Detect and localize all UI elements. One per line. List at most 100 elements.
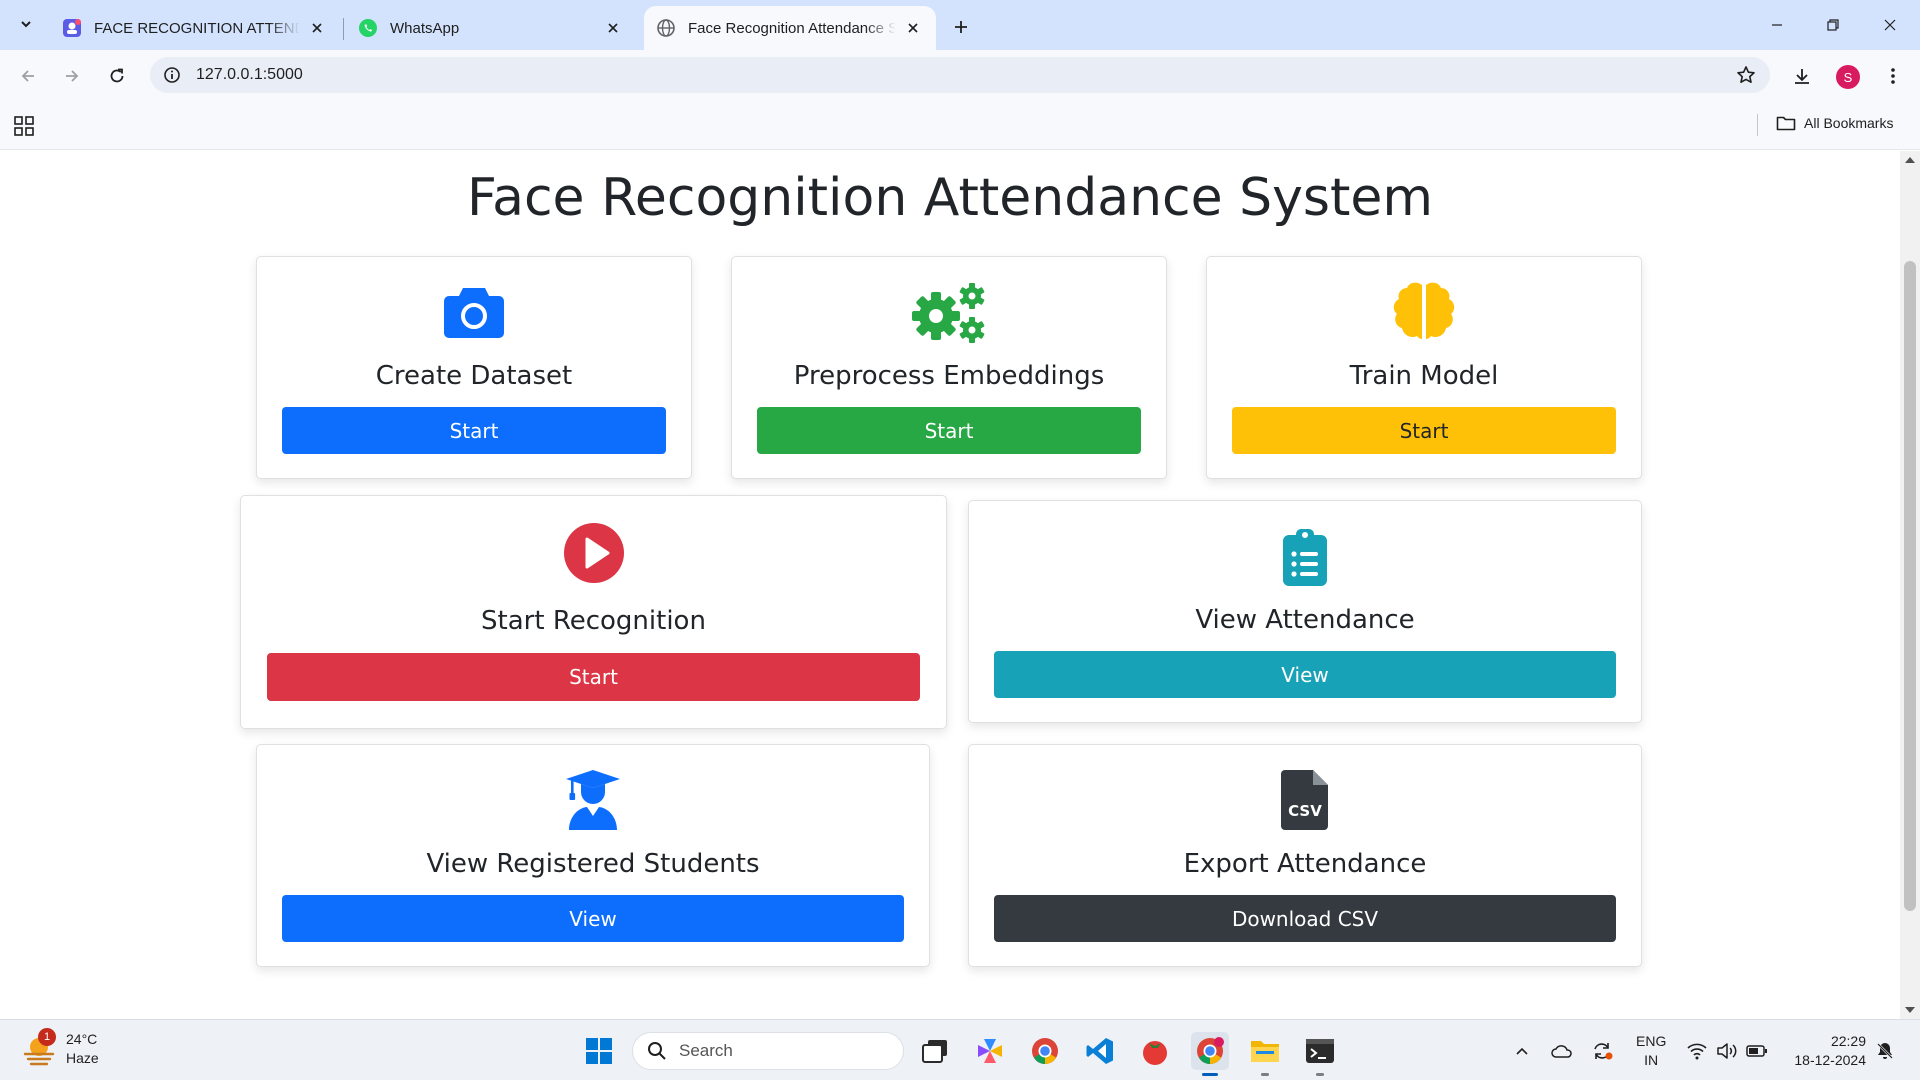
scroll-down-arrow[interactable] [1905,1007,1915,1013]
taskbar: 1 24°C Haze Search ENG IN 22:29 18-12-20… [0,1019,1920,1080]
forward-button[interactable] [57,61,87,91]
volume-tray[interactable] [1714,1038,1740,1064]
tab-title: WhatsApp [390,19,460,37]
open-app-indicator [1316,1073,1324,1076]
clock-time: 22:29 [1830,1033,1866,1049]
chevron-up-icon [1516,1047,1528,1055]
all-bookmarks-label: All Bookmarks [1804,115,1894,131]
minimize-icon [1772,24,1782,26]
search-icon [648,1042,666,1060]
copilot-app[interactable] [971,1032,1009,1070]
restore-button[interactable] [1818,10,1848,40]
vscode-app[interactable] [1081,1032,1119,1070]
view-registered-students-button[interactable]: View [282,895,904,942]
page-scrollbar[interactable] [1900,151,1920,1019]
weather-temp: 24°C [66,1031,98,1047]
download-csv-button[interactable]: Download CSV [994,895,1616,942]
start-button[interactable] [580,1032,618,1070]
taskbar-search-box[interactable]: Search [632,1032,904,1070]
card-preprocess-embeddings: Preprocess Embeddings Start [731,256,1167,479]
bookmarks-separator [1757,114,1758,136]
tab-search-button[interactable] [13,11,39,37]
gears-icon [912,283,985,343]
file-explorer-app[interactable] [1246,1032,1284,1076]
notifications-button[interactable] [1872,1038,1898,1064]
page-title: Face Recognition Attendance System [466,168,1434,228]
scrollbar-thumb[interactable] [1904,261,1916,911]
apps-grid-icon[interactable] [12,114,36,138]
clock-date: 18-12-2024 [1794,1052,1866,1068]
svg-text:CSV: CSV [1288,802,1322,820]
arrow-right-icon [66,70,79,82]
bookmark-star-icon[interactable] [1734,63,1758,87]
card-title: Preprocess Embeddings [793,361,1105,391]
sync-tray[interactable] [1589,1038,1615,1064]
play-circle-icon [563,523,624,583]
bookmarks-bar: All Bookmarks [0,100,1920,150]
minimize-button[interactable] [1762,10,1792,40]
download-icon [1795,69,1809,84]
weather-condition: Haze [66,1050,99,1066]
task-view-button[interactable] [916,1032,954,1070]
tab-face-recognition-app[interactable]: FACE RECOGNITION ATTENDANCE [50,6,340,50]
downloads-button[interactable] [1787,61,1817,91]
tab-title: Face Recognition Attendance System [688,19,896,37]
card-create-dataset: Create Dataset Start [256,256,692,479]
sync-icon [1594,1043,1613,1060]
train-model-start-button[interactable]: Start [1232,407,1616,454]
close-icon[interactable] [902,17,924,39]
scroll-up-arrow[interactable] [1905,157,1915,163]
browser-toolbar: 127.0.0.1:5000 S [0,50,1920,100]
folder-icon [1251,1041,1279,1062]
notification-badge: 1 [38,1028,56,1046]
preprocess-embeddings-start-button[interactable]: Start [757,407,1141,454]
all-bookmarks-button[interactable]: All Bookmarks [1776,114,1893,132]
terminal-icon [1306,1039,1334,1063]
chrome-app[interactable] [1026,1032,1064,1070]
close-icon[interactable] [602,17,624,39]
close-icon [1884,19,1896,31]
view-attendance-button[interactable]: View [994,651,1616,698]
card-view-registered-students: View Registered Students View [256,744,930,967]
chevron-down-icon [21,21,31,28]
battery-tray[interactable] [1744,1038,1770,1064]
system-clock[interactable]: 22:29 18-12-2024 [1782,1032,1866,1070]
tab-face-recognition-system[interactable]: Face Recognition Attendance System [644,6,936,50]
tomato-icon [1143,1041,1167,1065]
reload-button[interactable] [102,61,132,91]
tab-whatsapp[interactable]: WhatsApp [346,6,636,50]
card-train-model: Train Model Start [1206,256,1642,479]
card-title: Start Recognition [481,606,706,636]
globe-icon [657,19,675,37]
onedrive-tray[interactable] [1549,1038,1575,1064]
copilot-icon [978,1039,1002,1063]
menu-button[interactable] [1878,61,1908,91]
card-title: View Registered Students [426,849,760,879]
new-tab-button[interactable] [948,14,974,40]
chrome-profile-app[interactable] [1191,1032,1229,1076]
start-recognition-button[interactable]: Start [267,653,920,701]
tab-title: FACE RECOGNITION ATTENDANCE [94,19,300,37]
graduate-icon [566,770,620,830]
site-info-icon[interactable] [160,63,184,87]
app-icon [63,19,81,37]
close-window-button[interactable] [1875,10,1905,40]
create-dataset-start-button[interactable]: Start [282,407,666,454]
tomato-app[interactable] [1136,1032,1174,1070]
tab-strip: FACE RECOGNITION ATTENDANCE WhatsApp Fac… [0,0,1920,50]
terminal-app[interactable] [1301,1032,1339,1076]
weather-widget[interactable]: 1 24°C Haze [22,1028,99,1068]
url-text[interactable]: 127.0.0.1:5000 [196,66,303,84]
back-button[interactable] [13,61,43,91]
open-app-indicator [1261,1073,1269,1076]
language-indicator[interactable]: ENG IN [1636,1032,1666,1070]
cloud-icon [1551,1045,1572,1058]
address-bar[interactable]: 127.0.0.1:5000 [150,57,1770,93]
camera-icon [444,288,504,338]
tab-separator [343,18,344,40]
profile-avatar[interactable]: S [1836,65,1860,89]
card-view-attendance: View Attendance View [968,500,1642,723]
show-hidden-icons-button[interactable] [1509,1038,1535,1064]
close-icon[interactable] [306,17,328,39]
wifi-tray[interactable] [1684,1038,1710,1064]
